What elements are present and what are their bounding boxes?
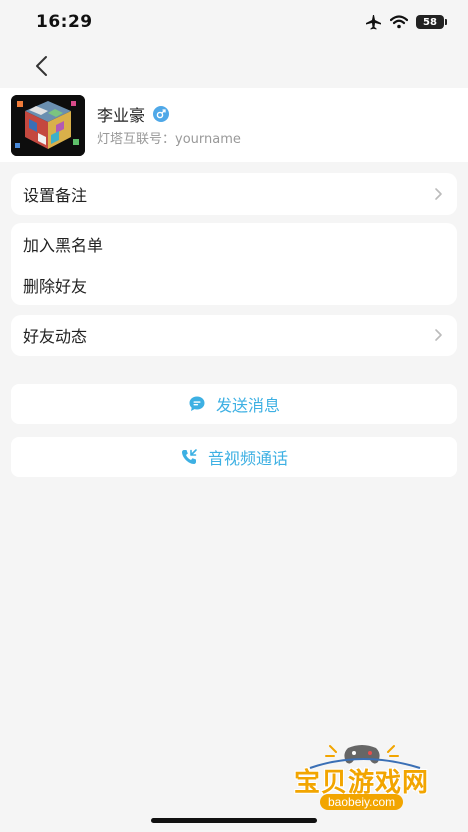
relationship-card: 加入黑名单 删除好友 (11, 223, 457, 305)
delete-friend-label: 删除好友 (23, 277, 88, 296)
profile-account-id: 灯塔互联号：yourname (97, 132, 241, 147)
chevron-left-icon (36, 56, 47, 76)
male-gender-icon (153, 106, 170, 122)
send-message-button[interactable]: 发送消息 (11, 384, 457, 424)
chevron-right-icon (435, 188, 442, 200)
back-button[interactable] (28, 52, 56, 80)
chat-bubble-icon (189, 396, 205, 411)
add-to-blacklist-label: 加入黑名单 (23, 236, 104, 255)
moments-card: 好友动态 (11, 315, 457, 356)
wifi-icon (390, 15, 408, 29)
profile-name: 李业豪 (97, 106, 146, 125)
watermark-logo: 宝贝游戏网 baobeiy.com (290, 740, 440, 820)
set-remark-label: 设置备注 (23, 186, 88, 205)
battery-icon: 58 (416, 15, 447, 29)
status-time: 16:29 (36, 12, 93, 32)
chevron-right-icon (435, 329, 442, 341)
status-icons: 58 (364, 14, 447, 30)
airplane-icon (366, 15, 381, 30)
nav-bar (0, 46, 468, 86)
friend-moments-row[interactable]: 好友动态 (11, 315, 457, 355)
av-call-label: 音视频通话 (207, 449, 288, 468)
watermark-url: baobeiy.com (320, 794, 404, 810)
set-remark-row[interactable]: 设置备注 (11, 174, 457, 214)
profile-name-row: 李业豪 (97, 102, 170, 126)
rubiks-cube-avatar-image (11, 95, 85, 156)
add-to-blacklist-row[interactable]: 加入黑名单 (11, 224, 457, 264)
status-bar: 16:29 58 (0, 0, 468, 44)
remark-card: 设置备注 (11, 173, 457, 215)
friend-moments-label: 好友动态 (23, 327, 88, 346)
avatar[interactable] (11, 95, 85, 156)
av-call-button[interactable]: 音视频通话 (11, 437, 457, 477)
delete-friend-row[interactable]: 删除好友 (11, 265, 457, 305)
send-message-label: 发送消息 (215, 396, 280, 415)
profile-header: 李业豪 灯塔互联号：yourname (0, 88, 468, 162)
home-indicator[interactable] (151, 818, 317, 823)
phone-call-icon (181, 449, 197, 464)
